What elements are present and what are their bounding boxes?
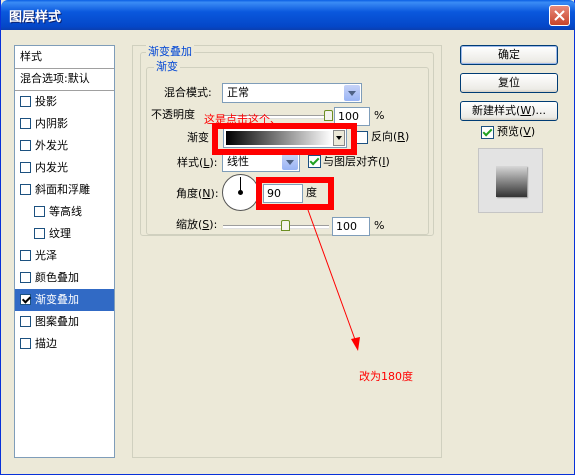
style-list-item[interactable]: 光泽 [15, 245, 114, 267]
style-list-item[interactable]: 内发光 [15, 157, 114, 179]
style-item-label: 内阴影 [35, 117, 68, 130]
subsection-title: 渐变 [154, 60, 180, 73]
style-item-checkbox[interactable] [20, 250, 31, 261]
style-list-item[interactable]: 渐变叠加 [15, 289, 114, 311]
style-item-checkbox[interactable] [34, 206, 45, 217]
style-list-header[interactable]: 样式 [15, 46, 114, 69]
close-button[interactable] [549, 5, 570, 26]
style-item-label: 纹理 [49, 227, 71, 240]
style-list-item[interactable]: 等高线 [15, 201, 114, 223]
style-label: 样式(L): [177, 156, 218, 169]
opacity-label: 不透明度 [151, 108, 195, 121]
chevron-down-icon [344, 85, 360, 101]
blend-mode-select[interactable]: 正常 [222, 83, 362, 103]
style-list-item[interactable]: 斜面和浮雕 [15, 179, 114, 201]
style-item-label: 等高线 [49, 205, 82, 218]
style-item-checkbox[interactable] [20, 118, 31, 129]
style-item-label: 图案叠加 [35, 315, 79, 328]
ok-button[interactable]: 确定 [460, 45, 558, 65]
chevron-down-icon [282, 154, 298, 170]
style-list-item[interactable]: 纹理 [15, 223, 114, 245]
style-list-item[interactable]: 投影 [15, 91, 114, 113]
style-list-item[interactable]: 描边 [15, 333, 114, 355]
annotation-gradient-note: 这是点击这个、 [204, 113, 281, 126]
section-title: 渐变叠加 [146, 45, 194, 58]
blend-mode-label: 混合模式: [164, 86, 212, 99]
style-value: 线性 [227, 155, 249, 168]
opacity-percent: % [374, 109, 385, 122]
layer-style-dialog: 图层样式 样式 混合选项:默认 投影内阴影外发光内发光斜面和浮雕等高线纹理光泽颜… [0, 0, 575, 475]
angle-dial-center [238, 190, 243, 195]
style-item-checkbox[interactable] [20, 140, 31, 151]
style-item-label: 斜面和浮雕 [35, 183, 90, 196]
preview-label: 预览(V) [497, 125, 536, 138]
style-item-label: 渐变叠加 [35, 293, 79, 306]
reset-button[interactable]: 复位 [460, 73, 558, 93]
blend-options-item[interactable]: 混合选项:默认 [15, 69, 114, 91]
angle-dial[interactable] [222, 174, 259, 211]
style-list-item[interactable]: 内阴影 [15, 113, 114, 135]
style-list-item[interactable]: 图案叠加 [15, 311, 114, 333]
style-item-checkbox[interactable] [20, 294, 31, 305]
align-with-layer-label: 与图层对齐(I) [323, 155, 390, 168]
style-item-checkbox[interactable] [20, 272, 31, 283]
style-item-label: 描边 [35, 337, 57, 350]
align-with-layer-checkbox[interactable] [308, 155, 321, 168]
style-item-checkbox[interactable] [34, 228, 45, 239]
annotation-gradient-box [212, 123, 357, 155]
title-bar[interactable]: 图层样式 [1, 0, 575, 30]
style-item-label: 颜色叠加 [35, 271, 79, 284]
opacity-slider-thumb[interactable] [324, 110, 333, 121]
dialog-title: 图层样式 [9, 10, 62, 25]
style-list: 样式 混合选项:默认 投影内阴影外发光内发光斜面和浮雕等高线纹理光泽颜色叠加渐变… [14, 45, 115, 458]
preview-checkbox[interactable] [481, 126, 494, 139]
scale-slider-thumb[interactable] [281, 220, 290, 231]
close-icon [554, 10, 565, 21]
annotation-arrow [307, 209, 360, 351]
style-item-label: 投影 [35, 95, 57, 108]
scale-label: 缩放(S): [176, 218, 218, 231]
style-list-item[interactable]: 外发光 [15, 135, 114, 157]
style-item-label: 外发光 [35, 139, 68, 152]
style-list-item[interactable]: 颜色叠加 [15, 267, 114, 289]
style-item-checkbox[interactable] [20, 316, 31, 327]
preview-box [478, 148, 543, 213]
style-select[interactable]: 线性 [222, 152, 300, 172]
style-item-checkbox[interactable] [20, 162, 31, 173]
style-item-checkbox[interactable] [20, 184, 31, 195]
gradient-label: 渐变 [187, 131, 209, 144]
annotation-angle-note: 改为180度 [359, 370, 413, 383]
style-item-checkbox[interactable] [20, 96, 31, 107]
scale-percent: % [374, 219, 385, 232]
style-item-label: 内发光 [35, 161, 68, 174]
blend-mode-value: 正常 [227, 86, 249, 99]
style-item-checkbox[interactable] [20, 338, 31, 349]
new-style-button[interactable]: 新建样式(W)... [460, 101, 558, 121]
style-item-label: 光泽 [35, 249, 57, 262]
reverse-label: 反向(R) [371, 130, 410, 143]
preview-swatch [496, 166, 527, 197]
angle-label: 角度(N): [176, 187, 219, 200]
